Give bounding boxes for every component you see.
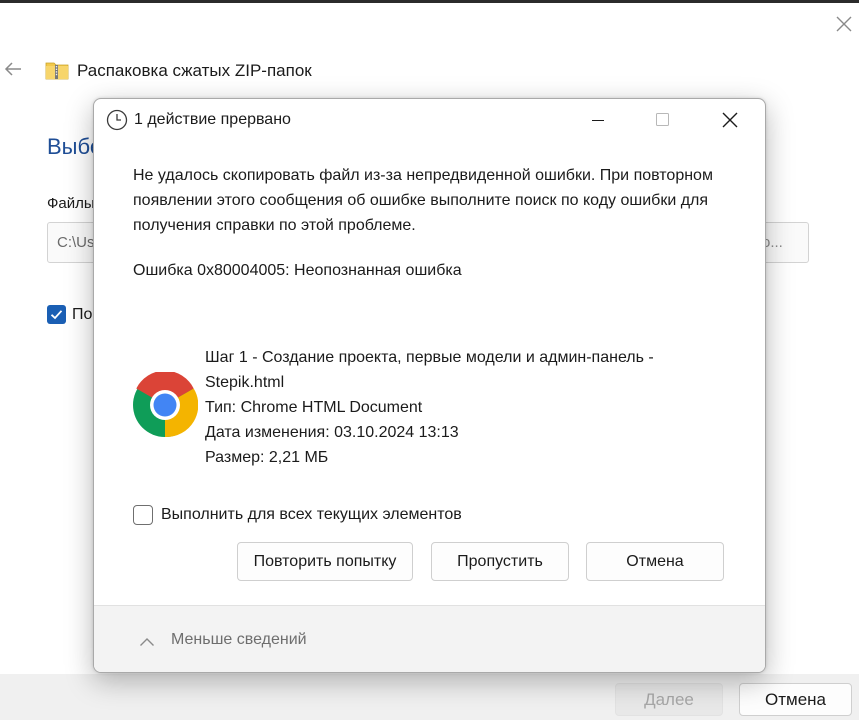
- back-arrow-icon[interactable]: [2, 58, 24, 80]
- apply-to-all-label[interactable]: Выполнить для всех текущих элементов: [161, 506, 462, 524]
- window-top-border: [0, 0, 859, 3]
- files-label: Файлы: [47, 195, 93, 212]
- dialog-title: 1 действие прервано: [134, 111, 291, 128]
- minimize-icon[interactable]: [578, 109, 618, 131]
- zip-folder-icon: [45, 62, 69, 80]
- close-icon[interactable]: [832, 12, 856, 36]
- maximize-icon: [656, 113, 669, 126]
- cancel-button[interactable]: Отмена: [586, 542, 724, 581]
- file-type: Тип: Chrome HTML Document: [205, 399, 423, 416]
- clock-icon: [106, 109, 128, 131]
- wizard-title: Распаковка сжатых ZIP-папок: [77, 61, 312, 80]
- retry-button[interactable]: Повторить попытку: [237, 542, 413, 581]
- apply-to-all-checkbox[interactable]: [133, 505, 153, 525]
- less-details-toggle[interactable]: Меньше сведений: [94, 605, 765, 672]
- file-name-line1: Шаг 1 - Создание проекта, первые модели …: [205, 349, 654, 366]
- file-modified: Дата изменения: 03.10.2024 13:13: [205, 424, 459, 441]
- file-name-line2: Stepik.html: [205, 374, 285, 391]
- less-details-label: Меньше сведений: [171, 631, 307, 648]
- error-message: Не удалось скопировать файл из-за непред…: [133, 167, 713, 234]
- error-code: Ошибка 0x80004005: Неопознанная ошибка: [133, 262, 462, 279]
- wizard-footer: [0, 674, 859, 720]
- file-size: Размер: 2,21 МБ: [205, 449, 329, 466]
- next-button[interactable]: Далее: [615, 683, 723, 716]
- skip-button[interactable]: Пропустить: [431, 542, 569, 581]
- checkmark-icon: [50, 310, 63, 320]
- chevron-up-icon: [140, 638, 154, 646]
- wizard-cancel-button[interactable]: Отмена: [739, 683, 852, 716]
- chrome-icon: [133, 372, 198, 438]
- wizard-heading: Выбе: [47, 134, 93, 159]
- interrupted-action-dialog: 1 действие прервано Не удалось скопирова…: [93, 98, 766, 673]
- show-files-checkbox[interactable]: [47, 305, 66, 324]
- show-files-label: По: [72, 306, 93, 323]
- close-icon[interactable]: [710, 107, 750, 133]
- file-details: Шаг 1 - Создание проекта, первые модели …: [205, 345, 745, 470]
